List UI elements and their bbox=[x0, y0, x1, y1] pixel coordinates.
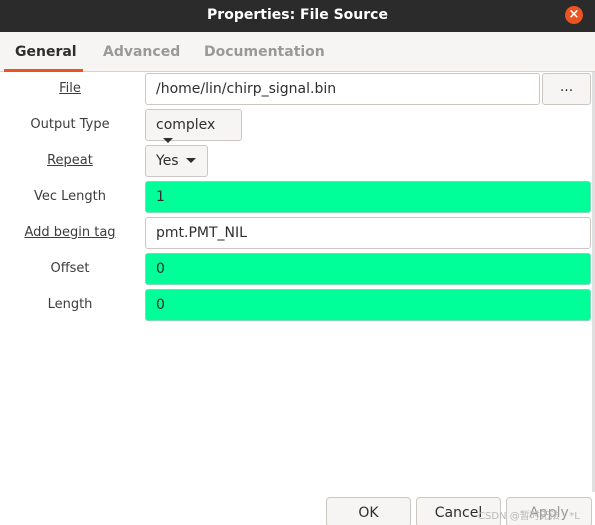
param-label-output-type: Output Type bbox=[30, 117, 110, 132]
param-row-file: File /home/lin/chirp_signal.bin ... bbox=[0, 72, 595, 106]
tab-advanced[interactable]: Advanced bbox=[103, 44, 180, 60]
file-path-field[interactable]: /home/lin/chirp_signal.bin bbox=[145, 73, 540, 105]
param-label-repeat: Repeat bbox=[47, 153, 93, 168]
param-row-vec-length: Vec Length 1 bbox=[0, 180, 595, 214]
repeat-value: Yes bbox=[156, 153, 179, 169]
chevron-down-icon bbox=[185, 157, 196, 163]
param-row-output-type: Output Type complex bbox=[0, 108, 595, 143]
param-label-offset: Offset bbox=[50, 261, 90, 276]
offset-field[interactable]: 0 bbox=[145, 253, 591, 285]
close-icon[interactable]: × bbox=[565, 6, 583, 24]
window-title: Properties: File Source bbox=[207, 7, 388, 23]
length-field[interactable]: 0 bbox=[145, 289, 591, 321]
output-type-dropdown[interactable]: complex bbox=[145, 109, 242, 143]
browse-file-button[interactable]: ... bbox=[542, 73, 591, 105]
param-row-repeat: Repeat Yes bbox=[0, 144, 595, 178]
csdn-watermark: CSDN @暂时无法 · *L bbox=[478, 511, 580, 522]
vec-length-field[interactable]: 1 bbox=[145, 181, 591, 213]
tab-bar: General Advanced Documentation bbox=[0, 32, 595, 72]
param-label-add-begin-tag: Add begin tag bbox=[24, 225, 116, 240]
param-label-file: File bbox=[59, 81, 81, 96]
output-type-value: complex bbox=[156, 117, 216, 133]
add-begin-tag-field[interactable]: pmt.PMT_NIL bbox=[145, 217, 591, 249]
param-label-length: Length bbox=[47, 297, 93, 312]
repeat-dropdown[interactable]: Yes bbox=[145, 145, 208, 177]
tab-documentation[interactable]: Documentation bbox=[204, 44, 325, 60]
param-row-length: Length 0 bbox=[0, 288, 595, 322]
param-row-add-begin-tag: Add begin tag pmt.PMT_NIL bbox=[0, 216, 595, 250]
param-label-vec-length: Vec Length bbox=[33, 189, 106, 204]
window-titlebar: Properties: File Source × bbox=[0, 0, 595, 32]
param-row-offset: Offset 0 bbox=[0, 252, 595, 286]
ok-button[interactable]: OK bbox=[326, 497, 411, 525]
chevron-down-icon bbox=[163, 137, 173, 143]
tab-general[interactable]: General bbox=[15, 44, 77, 60]
